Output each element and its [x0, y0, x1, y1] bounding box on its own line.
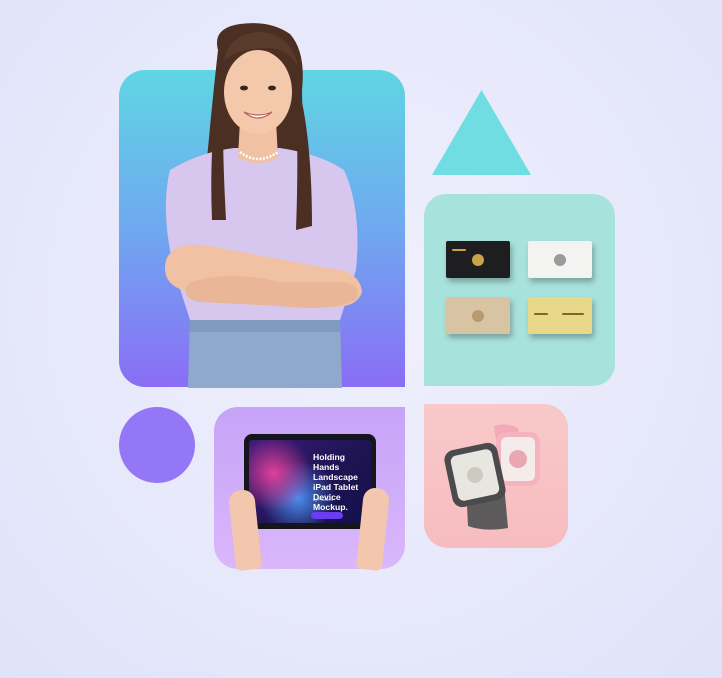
circle-shape: [119, 407, 195, 483]
business-card-white: [528, 241, 592, 278]
tablet-screen-byline: by Pixeden: [313, 497, 333, 502]
tablet-screen-title: Holding Hands Landscape iPad Tablet Devi…: [313, 452, 359, 512]
tablet-screen-button: [311, 512, 343, 519]
tablet-screen: Holding Hands Landscape iPad Tablet Devi…: [249, 440, 371, 523]
business-card-kraft: [446, 297, 510, 334]
business-card-gold: [528, 297, 592, 334]
woman-photo: [165, 23, 362, 388]
triangle-shape: [432, 90, 531, 175]
tablet-device: Holding Hands Landscape iPad Tablet Devi…: [244, 434, 376, 529]
smartwatch-photo: [444, 424, 540, 530]
business-card-black: [446, 241, 510, 278]
business-cards-card: [424, 194, 615, 386]
